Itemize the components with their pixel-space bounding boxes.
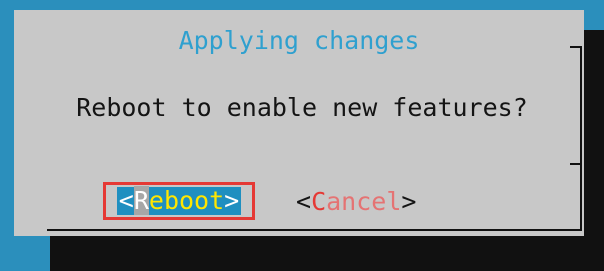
reboot-label-rest: eboot [148, 186, 225, 215]
dialog-shadow-bottom [50, 236, 604, 271]
reboot-button-label: <Reboot> [116, 186, 242, 215]
reboot-close-bracket: > [224, 186, 240, 215]
reboot-open-bracket: < [118, 186, 134, 215]
frame-bottom-border [47, 229, 582, 231]
cancel-label-rest: ancel [326, 186, 402, 216]
cancel-close-bracket: > [401, 186, 417, 216]
dialog-message: Reboot to enable new features? [76, 93, 528, 122]
reboot-dialog: Applying changes Reboot to enable new fe… [14, 10, 584, 236]
dialog-shadow-right [584, 30, 604, 271]
button-row: <Reboot> < Cancel > [0, 182, 604, 222]
reboot-button[interactable]: <Reboot> [103, 182, 255, 220]
reboot-hotkey: R [133, 186, 149, 215]
terminal-screen: Applying changes Reboot to enable new fe… [0, 0, 604, 271]
frame-divider-tick [570, 163, 582, 165]
cancel-hotkey: C [311, 186, 327, 216]
cancel-open-bracket: < [296, 186, 312, 216]
dialog-title: Applying changes [178, 26, 420, 55]
cancel-button[interactable]: < Cancel > [296, 185, 416, 217]
